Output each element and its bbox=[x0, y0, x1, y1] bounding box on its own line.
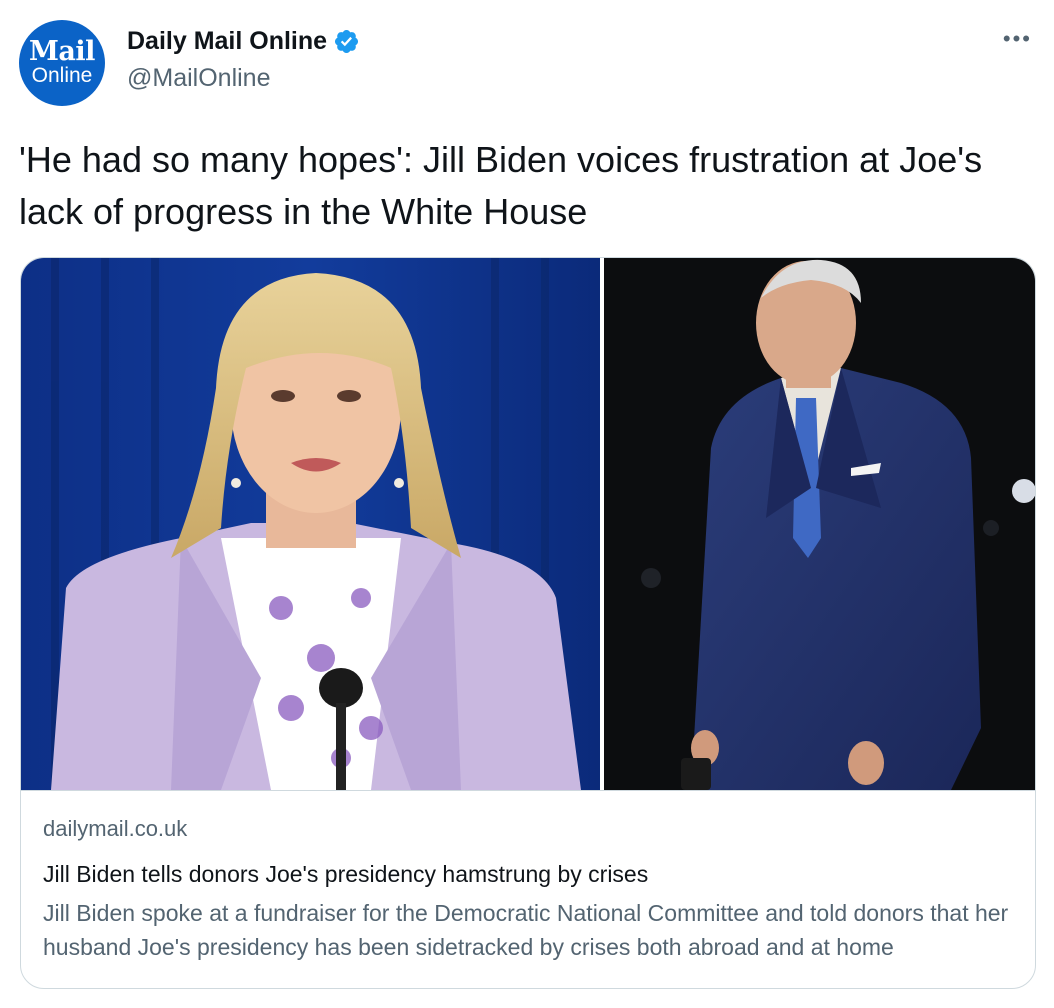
card-domain: dailymail.co.uk bbox=[43, 816, 188, 841]
tweet-text: 'He had so many hopes': Jill Biden voice… bbox=[19, 139, 983, 232]
link-preview-card[interactable]: dailymail.co.uk Jill Biden tells donors … bbox=[20, 257, 1036, 989]
card-media[interactable] bbox=[21, 258, 1035, 791]
avatar-logo-line2: Online bbox=[31, 64, 93, 87]
left-photo bbox=[21, 258, 600, 790]
account-handle[interactable]: @MailOnline bbox=[127, 64, 270, 93]
display-name-text: Daily Mail Online bbox=[127, 27, 328, 55]
verified-badge-icon bbox=[335, 29, 359, 54]
card-info[interactable]: dailymail.co.uk Jill Biden tells donors … bbox=[43, 814, 1023, 964]
account-avatar[interactable]: Mail Online bbox=[19, 20, 105, 106]
card-description: Jill Biden spoke at a fundraiser for the… bbox=[43, 900, 1009, 960]
more-options-icon[interactable]: ••• bbox=[1003, 26, 1032, 52]
avatar-logo-line1: Mail bbox=[29, 36, 95, 67]
right-photo bbox=[604, 258, 1035, 790]
card-title: Jill Biden tells donors Joe's presidency… bbox=[43, 861, 649, 887]
card-image-collage bbox=[21, 258, 1035, 790]
account-display-name[interactable]: Daily Mail Online bbox=[127, 27, 360, 56]
